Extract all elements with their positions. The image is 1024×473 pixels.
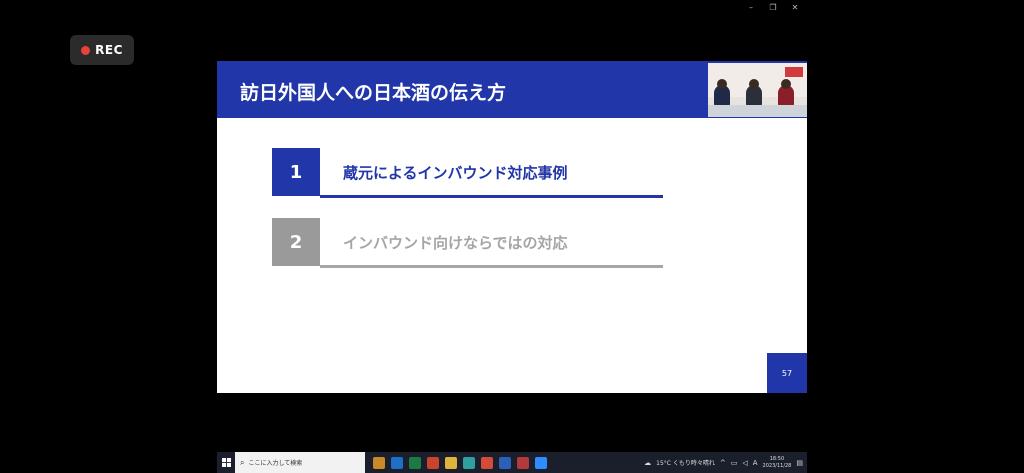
agenda-underline (320, 195, 663, 198)
participant-head (781, 79, 791, 89)
video-desk (708, 105, 807, 117)
zoom-icon[interactable] (535, 456, 547, 469)
system-tray: ☁ 15°C くもり時々晴れ ^ ▭ ◁ A 18:50 2023/11/28 … (644, 452, 803, 473)
chrome-icon[interactable] (481, 456, 493, 469)
weather-icon: ☁ (644, 458, 652, 467)
clock-time: 18:50 (769, 455, 785, 462)
pinned-apps (373, 456, 547, 469)
weather-status[interactable]: 15°C くもり時々晴れ (656, 458, 715, 467)
participant-head (749, 79, 759, 89)
participant-head (717, 79, 727, 89)
minimize-button[interactable]: – (740, 2, 762, 14)
media-player-icon[interactable] (517, 456, 529, 469)
windows-logo-icon (221, 458, 231, 467)
agenda-number: 1 (272, 148, 320, 196)
slide-header: 訪日外国人への日本酒の伝え方 (217, 61, 807, 118)
edge-icon[interactable] (463, 456, 475, 469)
powerpoint-icon[interactable] (427, 456, 439, 469)
search-placeholder: ここに入力して検索 (248, 460, 303, 467)
wall-poster (785, 67, 803, 77)
chevron-up-icon[interactable]: ^ (720, 459, 726, 467)
taskbar: ⌕ ここに入力して検索 ☁ 15°C くもり時々晴れ ^ ▭ ◁ A 18:50… (217, 452, 807, 473)
close-button[interactable]: ✕ (784, 2, 806, 14)
slide-title: 訪日外国人への日本酒の伝え方 (240, 82, 507, 104)
clock-date: 2023/11/28 (762, 462, 792, 469)
restore-button[interactable]: ❐ (762, 2, 784, 14)
ime-indicator[interactable]: A (753, 459, 758, 467)
participant-video-thumbnail[interactable] (708, 63, 807, 117)
briefcase-icon[interactable] (373, 456, 385, 469)
excel-icon[interactable] (409, 456, 421, 469)
agenda-label: 蔵元によるインバウンド対応事例 (343, 164, 568, 182)
window-controls: – ❐ ✕ (740, 2, 806, 14)
page-number: 57 (767, 353, 807, 393)
recording-label: REC (95, 43, 123, 57)
recording-indicator[interactable]: REC (70, 35, 134, 65)
record-dot-icon (81, 45, 91, 55)
outlook-icon[interactable] (391, 456, 403, 469)
agenda-label: インバウンド向けならではの対応 (343, 234, 568, 252)
agenda-number: 2 (272, 218, 320, 266)
start-button[interactable] (217, 452, 235, 473)
word-icon[interactable] (499, 456, 511, 469)
agenda-underline (320, 265, 663, 268)
shared-slide: 訪日外国人への日本酒の伝え方 1 蔵元によるインバウンド対応事例 2 インバウン… (217, 61, 807, 393)
volume-icon[interactable]: ◁ (742, 459, 747, 467)
clock[interactable]: 18:50 2023/11/28 (763, 456, 792, 470)
notification-icon[interactable]: ▤ (796, 459, 803, 467)
search-icon: ⌕ (240, 457, 245, 467)
folder-icon[interactable] (445, 456, 457, 469)
network-icon[interactable]: ▭ (731, 459, 738, 467)
taskbar-search-box[interactable]: ⌕ ここに入力して検索 (235, 452, 365, 473)
